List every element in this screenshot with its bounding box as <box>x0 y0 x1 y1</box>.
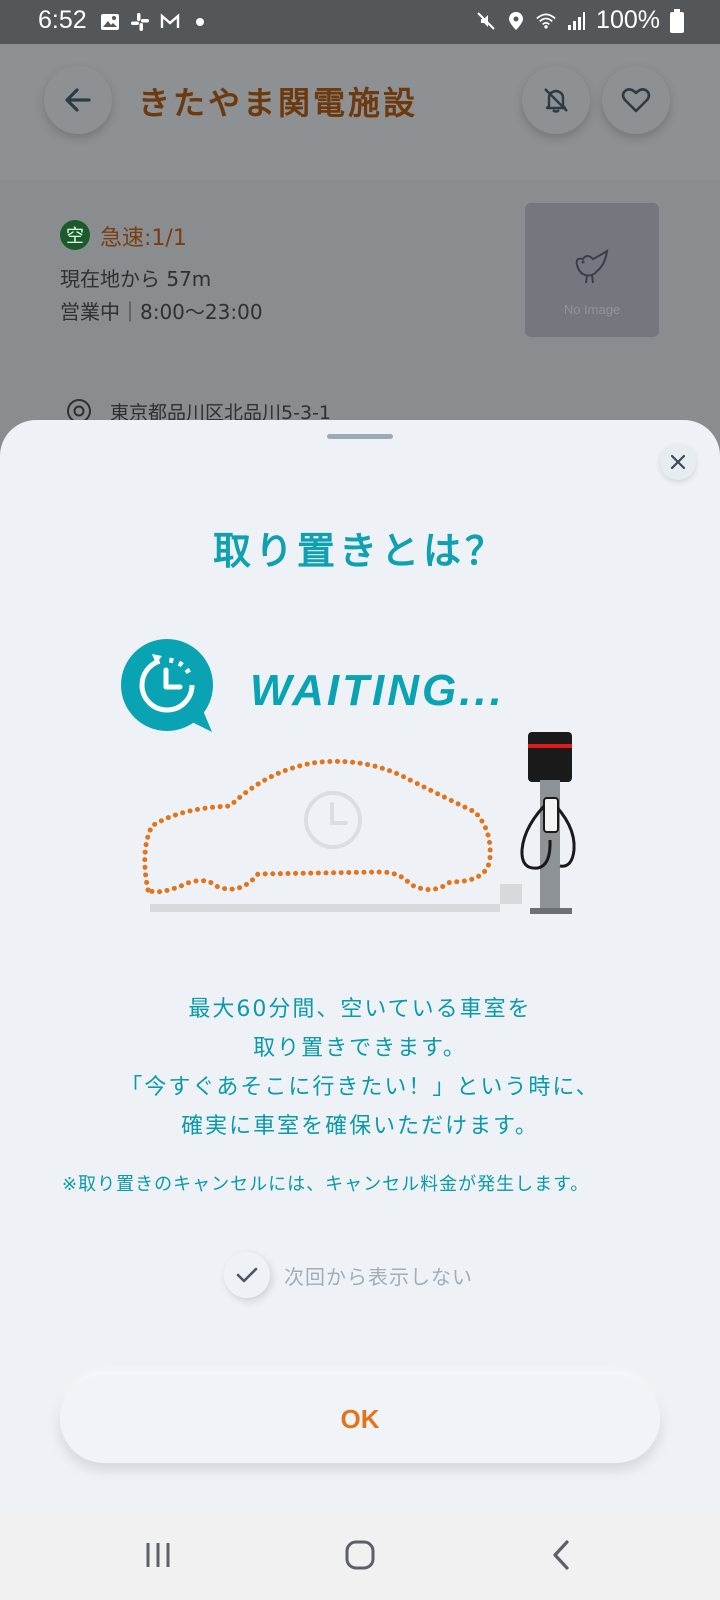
facility-image-placeholder: No Image <box>525 203 659 337</box>
back-nav-button[interactable] <box>537 1532 587 1578</box>
waiting-illustration: WAITING... <box>121 639 576 914</box>
close-icon <box>670 454 686 470</box>
wheel-stop <box>500 884 522 904</box>
page-title: きたやま関電施設 <box>138 84 419 122</box>
sheet-title: 取り置きとは？ <box>212 529 507 573</box>
gallery-icon <box>101 14 119 30</box>
checkmark-icon <box>236 1267 258 1283</box>
app-header: きたやま関電施設 <box>0 44 720 180</box>
ok-button[interactable]: OK <box>60 1375 660 1463</box>
favorite-button[interactable] <box>602 66 670 134</box>
bell-off-icon <box>544 88 568 113</box>
mute-icon <box>477 11 495 30</box>
car-outline <box>142 758 493 895</box>
home-icon <box>345 1540 375 1570</box>
facility-summary: 空 急速:1/1 現在地から 57m 営業中｜8:00～23:00 No Ima… <box>0 180 720 424</box>
ground-line <box>150 904 500 912</box>
dont-show-checkbox[interactable] <box>224 1252 270 1298</box>
notification-toggle-button[interactable] <box>522 66 590 134</box>
heart-icon <box>621 88 651 113</box>
wifi-icon <box>536 13 556 28</box>
battery-icon <box>670 8 684 33</box>
reservation-description: 最大60分間、空いている車室を 取り置きできます。 「今すぐあそこに行きたい！」… <box>40 990 680 1146</box>
description-line: 取り置きできます。 <box>253 1036 467 1061</box>
clock-bubble-icon <box>121 639 213 732</box>
status-notification-icons <box>100 12 210 32</box>
dot-icon <box>196 18 204 26</box>
dont-show-again-option[interactable]: 次回から表示しない <box>224 1252 473 1298</box>
cancellation-note: ※取り置きのキャンセルには、キャンセル料金が発生します。 <box>62 1174 590 1195</box>
faded-clock-icon <box>304 791 362 849</box>
location-icon <box>509 11 524 30</box>
availability-badge: 空 <box>60 220 90 250</box>
description-line: 確実に車室を確保いただけます。 <box>181 1114 539 1139</box>
distance-text: 現在地から 57m <box>60 267 212 291</box>
no-image-label: No Image <box>563 302 621 317</box>
status-time: 6:52 <box>38 6 87 34</box>
description-line: 「今すぐあそこに行きたい！」という時に、 <box>120 1075 600 1100</box>
description-line: 最大60分間、空いている車室を <box>188 997 532 1022</box>
reservation-info-sheet: 取り置きとは？ WAITING... 最大60分間、空いている車室を 取り置きで… <box>0 420 720 1510</box>
arrow-left-icon <box>65 88 91 112</box>
bird-icon <box>575 248 609 284</box>
slack-icon <box>131 13 149 31</box>
back-button[interactable] <box>44 66 112 134</box>
ev-charger-icon <box>520 732 576 914</box>
gmail-icon <box>160 13 180 28</box>
home-button[interactable] <box>335 1532 385 1578</box>
system-navigation-bar <box>0 1510 720 1600</box>
waiting-label: WAITING... <box>250 666 505 715</box>
dont-show-label: 次回から表示しない <box>284 1264 473 1289</box>
battery-percent: 100% <box>596 6 660 34</box>
status-bar: 6:52 100% <box>0 0 720 44</box>
status-system-icons: 100% <box>476 6 684 35</box>
availability-text: 急速:1/1 <box>100 226 187 251</box>
sheet-grabber[interactable] <box>327 434 393 439</box>
recent-apps-button[interactable] <box>133 1532 183 1578</box>
close-button[interactable] <box>660 444 696 480</box>
recent-apps-icon <box>146 1543 170 1567</box>
signal-icon <box>568 11 586 30</box>
hours-text: 営業中｜8:00～23:00 <box>60 300 263 324</box>
chevron-left-icon <box>553 1540 569 1570</box>
